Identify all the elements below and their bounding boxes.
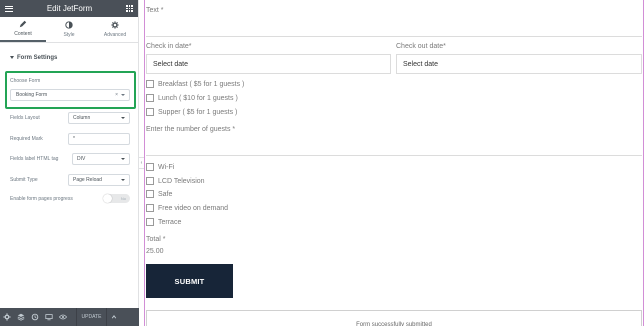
tab-style[interactable]: Style: [46, 17, 92, 42]
gear-icon: [111, 21, 119, 29]
form-preview: Text * Check in date* Select date Check …: [144, 0, 644, 326]
submit-button[interactable]: SUBMIT: [146, 264, 233, 298]
fields-layout-select[interactable]: Column: [68, 112, 130, 124]
panel-title: Edit JetForm: [46, 4, 93, 13]
tab-content-label: Content: [14, 31, 32, 37]
panel-footer: UPDATE: [0, 308, 139, 326]
required-mark-label: Required Mark: [10, 136, 43, 142]
meal-option-label: Breakfast ( $5 for 1 guests ): [158, 80, 245, 88]
amenity-label: Free video on demand: [158, 204, 229, 212]
total-label: Total *: [146, 236, 166, 243]
fields-label-tag-select[interactable]: DIV: [72, 153, 130, 165]
fields-layout-control: Fields Layout Column: [10, 112, 130, 124]
half-circle-icon: [65, 21, 73, 29]
amenity-label: Wi-Fi: [158, 163, 175, 171]
caret-down-icon: [10, 56, 14, 59]
toggle-text: No: [120, 196, 126, 201]
choose-form-select[interactable]: Booking Form ×: [10, 89, 130, 101]
submit-type-control: Submit Type Page Reload: [10, 174, 130, 186]
check-out-label: Check out date*: [396, 43, 446, 50]
amenity-lcd-television[interactable]: LCD Television: [146, 177, 205, 185]
guests-label: Enter the number of guests *: [146, 126, 236, 133]
toggle-knob: [103, 194, 112, 203]
meal-option-label: Lunch ( $10 for 1 guests ): [158, 94, 238, 102]
checkbox[interactable]: [146, 218, 154, 226]
panel-header: Edit JetForm: [0, 0, 138, 17]
meal-option-breakfast[interactable]: Breakfast ( $5 for 1 guests ): [146, 80, 244, 88]
editor-root: Edit JetForm Content Style Advanced Form…: [0, 0, 644, 326]
meal-option-label: Supper ( $5 for 1 guests ): [158, 108, 238, 116]
layers-icon[interactable]: [14, 308, 28, 326]
tab-advanced[interactable]: Advanced: [92, 17, 138, 42]
chevron-down-icon: [121, 94, 125, 96]
text-field-label: Text *: [146, 7, 164, 14]
tab-advanced-label: Advanced: [103, 32, 127, 38]
menu-icon[interactable]: [5, 5, 13, 12]
fields-label-tag-label: Fields label HTML tag: [10, 156, 59, 162]
checkbox[interactable]: [146, 94, 154, 102]
amenity-free-video[interactable]: Free video on demand: [146, 204, 228, 212]
text-field-input[interactable]: [146, 36, 642, 37]
fields-label-tag-control: Fields label HTML tag DIV: [10, 153, 130, 165]
submit-type-label: Submit Type: [10, 177, 38, 183]
elementor-panel: Edit JetForm Content Style Advanced Form…: [0, 0, 139, 326]
guests-input[interactable]: [146, 155, 642, 156]
enable-progress-control: Enable form pages progress No: [10, 194, 130, 203]
amenity-label: Safe: [158, 190, 173, 198]
enable-progress-toggle[interactable]: No: [103, 194, 130, 203]
tab-style-label: Style: [63, 32, 75, 38]
checkbox[interactable]: [146, 177, 154, 185]
panel-tabs: Content Style Advanced: [0, 17, 138, 43]
choose-form-value: Booking Form: [16, 92, 48, 98]
checkbox[interactable]: [146, 204, 154, 212]
success-message: Form successfully submitted: [146, 310, 642, 326]
update-options-chevron-up-icon[interactable]: [106, 308, 120, 326]
update-button[interactable]: UPDATE: [76, 308, 106, 326]
meal-option-lunch[interactable]: Lunch ( $10 for 1 guests ): [146, 94, 238, 102]
chevron-down-icon: [121, 158, 125, 160]
pencil-icon: [19, 20, 27, 28]
amenity-wifi[interactable]: Wi-Fi: [146, 163, 174, 171]
section-title-label: Form Settings: [17, 54, 58, 61]
check-in-date-input[interactable]: Select date: [146, 54, 391, 74]
amenity-label: LCD Television: [158, 177, 205, 185]
fields-layout-value: Column: [73, 115, 91, 121]
meal-option-supper[interactable]: Supper ( $5 for 1 guests ): [146, 108, 237, 116]
check-in-label: Check in date*: [146, 43, 192, 50]
checkbox[interactable]: [146, 190, 154, 198]
responsive-icon[interactable]: [42, 308, 56, 326]
total-value: 25.00: [146, 248, 164, 255]
preview-eye-icon[interactable]: [56, 308, 70, 326]
checkbox[interactable]: [146, 108, 154, 116]
fields-label-tag-value: DIV: [77, 156, 86, 162]
amenity-safe[interactable]: Safe: [146, 190, 172, 198]
checkbox[interactable]: [146, 163, 154, 171]
amenity-label: Terrace: [158, 218, 182, 226]
fields-layout-label: Fields Layout: [10, 115, 40, 121]
submit-type-value: Page Reload: [73, 177, 102, 183]
required-mark-value: *: [73, 136, 75, 142]
required-mark-input[interactable]: *: [68, 133, 130, 145]
amenity-terrace[interactable]: Terrace: [146, 218, 181, 226]
section-form-settings[interactable]: Form Settings: [0, 43, 138, 66]
choose-form-control: Choose Form Booking Form ×: [5, 71, 136, 109]
settings-icon[interactable]: [0, 308, 14, 326]
checkbox[interactable]: [146, 80, 154, 88]
chevron-down-icon: [121, 117, 125, 119]
history-icon[interactable]: [28, 308, 42, 326]
tab-content[interactable]: Content: [0, 17, 46, 42]
submit-type-select[interactable]: Page Reload: [68, 174, 130, 186]
widgets-grid-icon[interactable]: [126, 5, 133, 12]
choose-form-label: Choose Form: [10, 78, 41, 84]
chevron-down-icon: [121, 179, 125, 181]
check-out-date-input[interactable]: Select date: [396, 54, 642, 74]
enable-progress-label: Enable form pages progress: [10, 195, 73, 202]
required-mark-control: Required Mark *: [10, 133, 130, 145]
clear-selection-icon[interactable]: ×: [115, 92, 118, 98]
